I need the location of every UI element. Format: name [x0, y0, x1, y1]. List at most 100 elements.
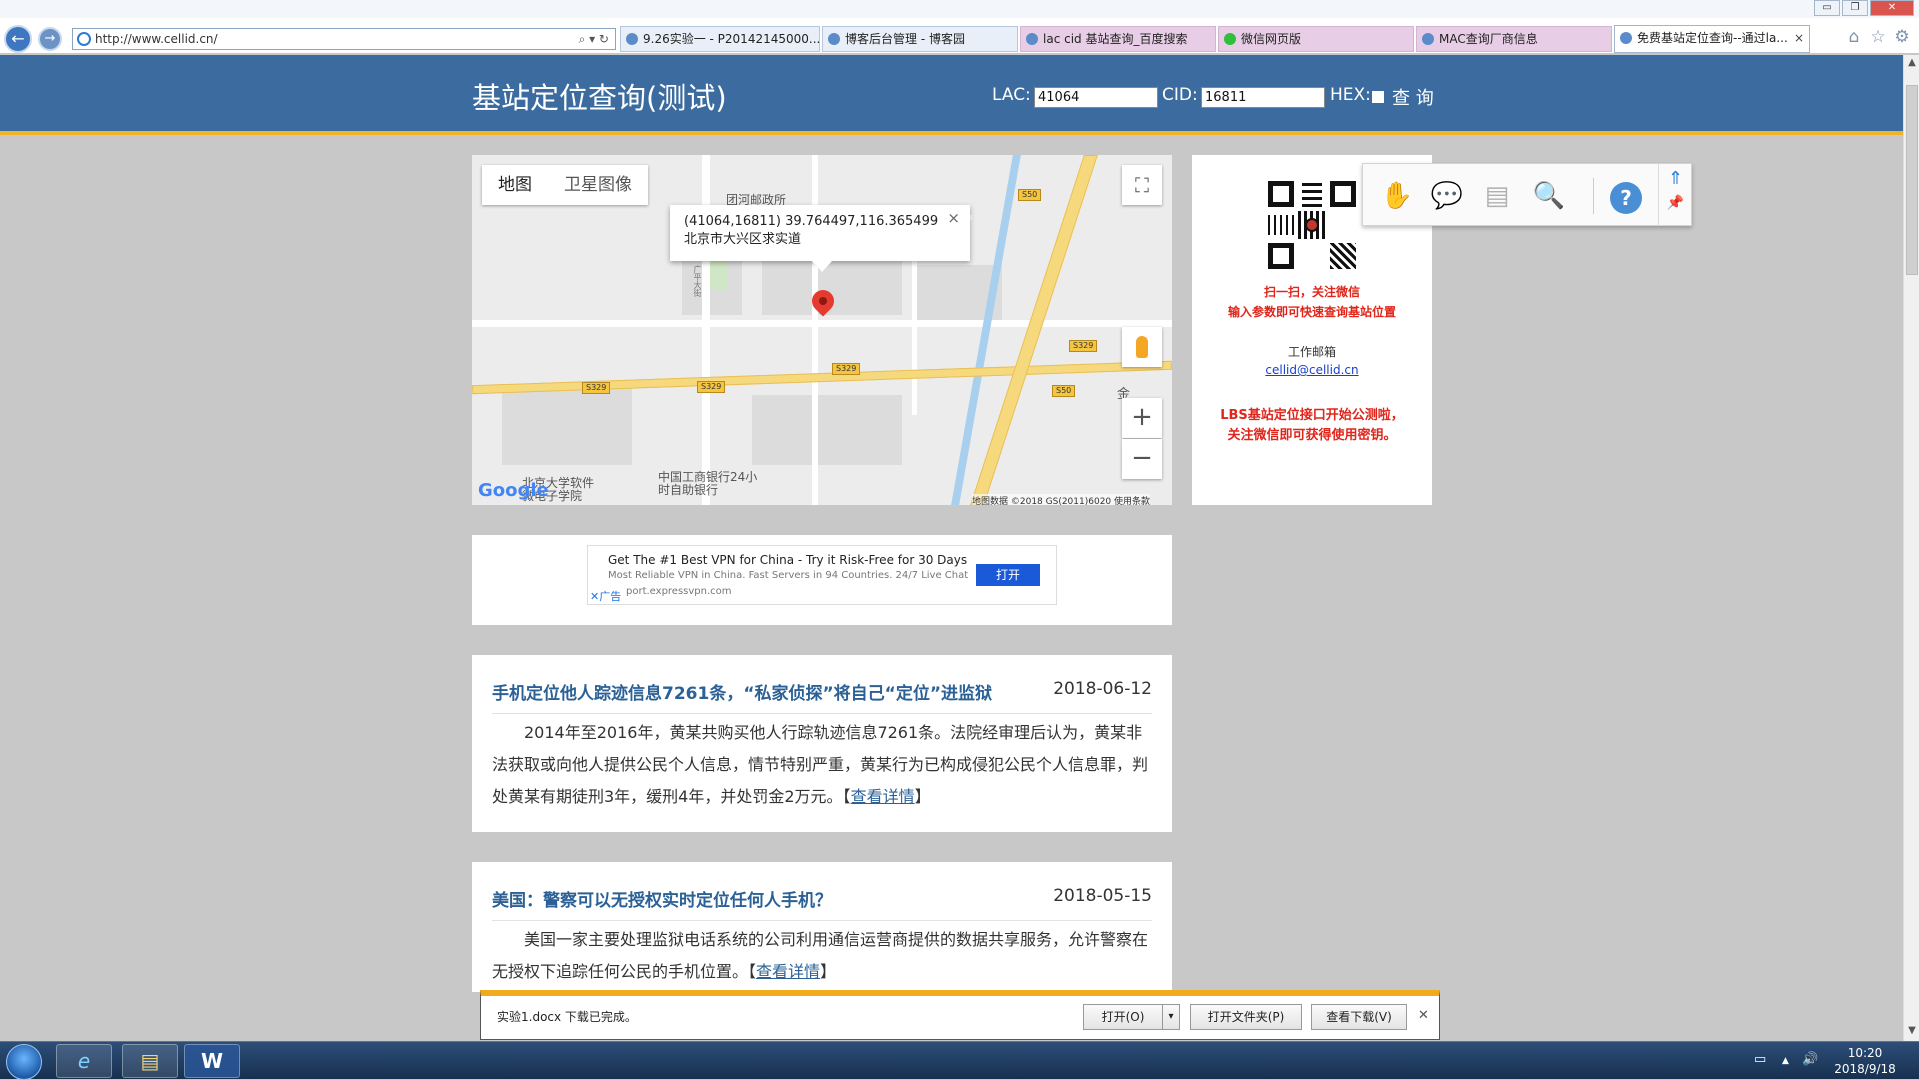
map-type-satellite-button[interactable]: 卫星图像 — [548, 165, 648, 205]
bracket: 】 — [914, 787, 931, 806]
bracket: 【 — [748, 962, 757, 981]
tab-blog-admin[interactable]: 博客后台管理 - 博客园 — [822, 26, 1018, 52]
system-clock[interactable]: 10:20 2018/9/18 — [1820, 1045, 1910, 1077]
file-explorer-icon[interactable]: ▤ — [122, 1044, 178, 1078]
map-view[interactable]: S50 S329 S329 S329 S329 S50 团河邮政所 中国工商银行… — [472, 155, 1172, 505]
map-attribution[interactable]: 地图数据 ©2018 GS(2011)6020 使用条款 — [972, 494, 1151, 505]
news-more-link[interactable]: 查看详情 — [851, 787, 915, 806]
qr-logo — [1305, 218, 1319, 232]
windows-taskbar: e ▤ W ▭ ▲ 🔊 10:20 2018/9/18 — [0, 1041, 1919, 1080]
qr-corner — [1268, 243, 1294, 269]
internet-explorer-icon[interactable]: e — [56, 1044, 112, 1078]
volume-icon[interactable]: 🔊 — [1802, 1052, 1818, 1067]
download-close-icon[interactable]: ✕ — [1418, 1008, 1429, 1023]
ad-headline[interactable]: Get The #1 Best VPN for China - Try it R… — [608, 553, 967, 567]
map-type-map-button[interactable]: 地图 — [482, 165, 548, 205]
email-link[interactable]: cellid@cellid.cn — [1192, 363, 1432, 377]
news-divider — [492, 920, 1152, 921]
favorites-star-icon[interactable]: ☆ — [1868, 27, 1888, 47]
news-title[interactable]: 美国：警察可以无授权实时定位任何人手机？ — [492, 886, 832, 911]
restore-button[interactable]: ❐ — [1842, 0, 1868, 16]
tray-expand-icon[interactable]: ▲ — [1782, 1056, 1789, 1066]
street-view-pegman[interactable] — [1122, 327, 1162, 367]
page-scrollbar[interactable]: ▲ ▼ — [1903, 55, 1919, 1041]
home-icon[interactable]: ⌂ — [1844, 27, 1864, 47]
scroll-thumb[interactable] — [1906, 85, 1918, 275]
map-label-bank: 中国工商银行24小时自助银行 — [658, 470, 758, 497]
pin-icon[interactable]: 📌 — [1659, 195, 1692, 211]
tab-favicon — [1422, 33, 1434, 45]
wechat-qr-code — [1268, 181, 1356, 269]
open-folder-button[interactable]: 打开文件夹(P) — [1190, 1004, 1302, 1030]
ad-close-icon[interactable]: ✕ — [590, 590, 599, 603]
toolbar-side-controls: ⇑ 📌 — [1658, 164, 1692, 226]
view-downloads-button[interactable]: 查看下载(V) — [1311, 1004, 1407, 1030]
close-window-button[interactable]: ✕ — [1870, 0, 1914, 16]
bracket: 【 — [842, 787, 851, 806]
zoom-search-icon[interactable]: 🔍 — [1531, 180, 1567, 212]
tab-favicon — [1620, 32, 1632, 44]
news-date: 2018-05-15 — [1053, 886, 1152, 906]
start-button[interactable] — [6, 1044, 42, 1080]
tab-favicon — [1026, 33, 1038, 45]
info-address: 北京市大兴区求实道 — [684, 232, 802, 247]
hand-tool-icon[interactable]: ✋ — [1379, 180, 1415, 212]
news-body: 美国一家主要处理监狱电话系统的公司利用通信运营商提供的数据共享服务，允许警察在无… — [492, 924, 1154, 988]
ad-choices[interactable]: ✕广告 — [590, 588, 621, 604]
zoom-in-button[interactable]: + — [1122, 398, 1162, 438]
news-more-link[interactable]: 查看详情 — [756, 962, 820, 981]
news-item: 美国：警察可以无授权实时定位任何人手机？ 2018-05-15 美国一家主要处理… — [472, 862, 1172, 992]
hex-label: HEX: — [1330, 85, 1371, 105]
scan-text-1: 扫一扫，关注微信 — [1263, 285, 1360, 299]
qr-module — [1330, 243, 1356, 269]
tab-experiment[interactable]: 9.26实验一 - P20142145000... — [620, 26, 820, 52]
ie-page-icon — [77, 32, 91, 46]
tab-wechat-web[interactable]: 微信网页版 — [1218, 26, 1414, 52]
tab-label: 博客后台管理 - 博客园 — [845, 32, 965, 46]
tab-label: 免费基站定位查询--通过la... — [1637, 31, 1788, 45]
lac-input[interactable]: 41064 — [1034, 87, 1158, 108]
open-options-dropdown[interactable]: ▾ — [1162, 1004, 1180, 1030]
comment-icon[interactable]: 💬 — [1429, 180, 1465, 212]
collapse-up-icon[interactable]: ⇑ — [1659, 168, 1692, 189]
map-type-control[interactable]: 地图 卫星图像 — [482, 165, 648, 205]
address-bar[interactable]: http://www.cellid.cn/ ⌕ ▾ ↻ — [72, 28, 616, 50]
news-date: 2018-06-12 — [1053, 679, 1152, 699]
open-file-button[interactable]: 打开(O) — [1083, 1004, 1163, 1030]
network-tray-icon[interactable]: ▭ — [1754, 1052, 1766, 1067]
page-header: 基站定位查询(测试) LAC: 41064 CID: 16811 HEX: 查 … — [0, 55, 1903, 135]
back-button[interactable]: ← — [4, 25, 32, 53]
ad-open-button[interactable]: 打开 — [976, 564, 1040, 586]
scroll-up-arrow[interactable]: ▲ — [1905, 57, 1919, 71]
tab-baidu-search[interactable]: lac cid 基站查询_百度搜索 — [1020, 26, 1216, 52]
tab-mac-lookup[interactable]: MAC查询厂商信息 — [1416, 26, 1612, 52]
settings-gear-icon[interactable]: ⚙ — [1892, 27, 1912, 47]
word-icon[interactable]: W — [184, 1044, 240, 1078]
tab-cellid-active[interactable]: 免费基站定位查询--通过la... × — [1614, 25, 1810, 53]
cid-input[interactable]: 16811 — [1201, 87, 1325, 108]
shield-s50: S50 — [1018, 189, 1042, 201]
news-title[interactable]: 手机定位他人踪迹信息7261条，“私家侦探”将自己“定位”进监狱 — [492, 679, 992, 704]
ad-url[interactable]: port.expressvpn.com — [626, 586, 732, 597]
forward-button[interactable]: → — [38, 27, 62, 51]
scroll-down-arrow[interactable]: ▼ — [1905, 1025, 1919, 1039]
query-button[interactable]: 查 询 — [1392, 84, 1434, 110]
map-info-window: (41064,16811) 39.764497,116.365499 北京市大兴… — [670, 205, 970, 272]
map-block — [752, 395, 902, 465]
lbs-text-1: LBS基站定位接口开始公测啦， — [1220, 408, 1404, 423]
zoom-out-button[interactable]: − — [1122, 439, 1162, 479]
help-icon[interactable]: ? — [1610, 182, 1642, 214]
ad-section: Get The #1 Best VPN for China - Try it R… — [472, 535, 1172, 625]
fullscreen-button[interactable]: ⛶ — [1122, 165, 1162, 205]
tab-favicon — [626, 33, 638, 45]
tab-close-icon[interactable]: × — [1794, 26, 1804, 50]
export-icon[interactable]: ▤ — [1479, 180, 1515, 212]
address-tools[interactable]: ⌕ ▾ ↻ — [579, 29, 609, 49]
title-strip — [0, 0, 1919, 18]
qr-corner — [1330, 181, 1356, 207]
info-coordinates: (41064,16811) 39.764497,116.365499 — [684, 214, 939, 229]
vpn-ad[interactable]: Get The #1 Best VPN for China - Try it R… — [587, 545, 1057, 605]
info-close-icon[interactable]: × — [947, 209, 960, 227]
hex-checkbox[interactable] — [1372, 91, 1384, 103]
minimize-button[interactable]: ▭ — [1814, 0, 1840, 16]
